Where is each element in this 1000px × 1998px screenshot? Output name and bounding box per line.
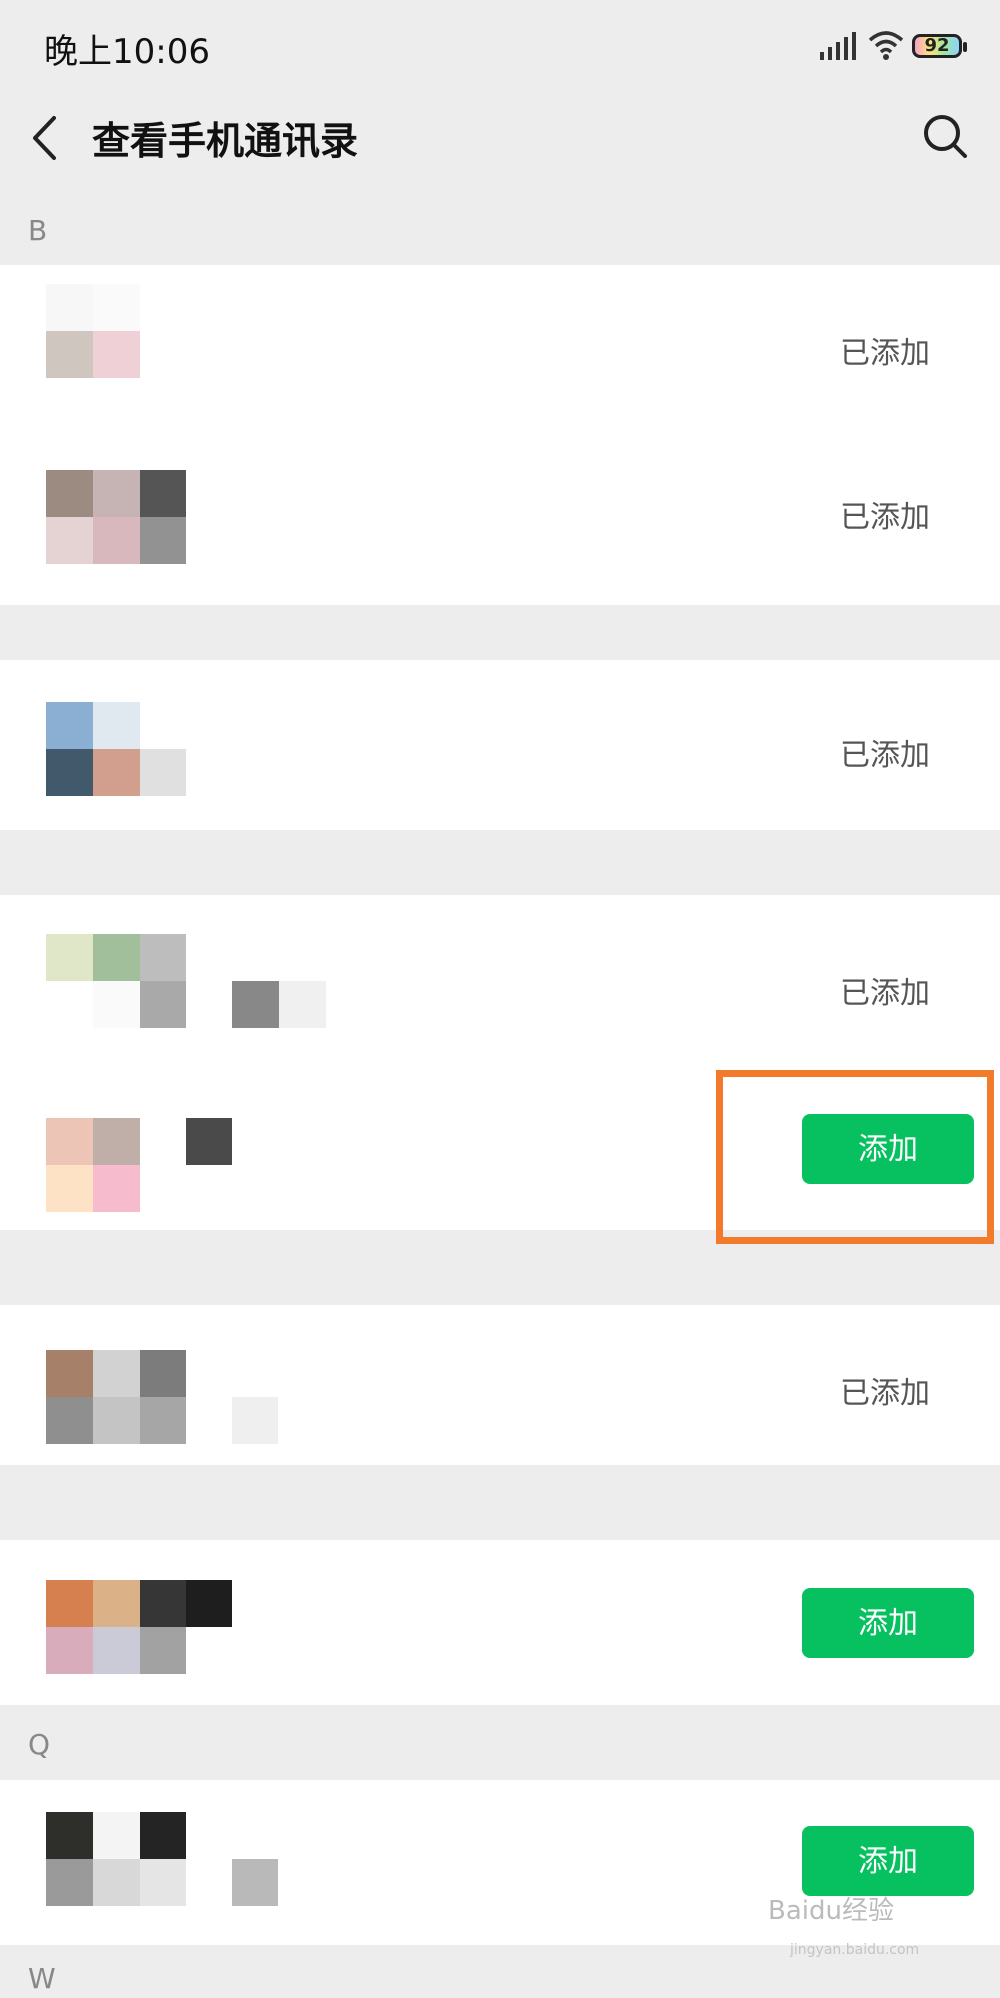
wifi-icon [868, 31, 904, 60]
contact-avatar [46, 470, 186, 564]
watermark-logo: Baidu经验 [768, 1896, 894, 1926]
contact-avatar [46, 1580, 232, 1674]
contact-status-added: 已添加 [840, 500, 930, 535]
contact-avatar [46, 284, 140, 378]
section-header-w: W [28, 1962, 56, 1995]
contact-avatar [46, 1812, 278, 1906]
search-icon[interactable] [922, 113, 968, 159]
status-time: 晚上10:06 [44, 32, 210, 72]
contact-avatar [46, 1350, 278, 1444]
contact-status-added: 已添加 [840, 738, 930, 773]
contact-avatar [46, 934, 326, 1028]
contact-avatar [46, 702, 186, 796]
contact-status-added: 已添加 [840, 976, 930, 1011]
add-contact-button[interactable]: 添加 [802, 1826, 974, 1896]
section-header-b: B [28, 214, 48, 247]
contact-status-added: 已添加 [840, 1376, 930, 1411]
battery-icon: 92 [912, 34, 967, 58]
contact-status-added: 已添加 [840, 336, 930, 371]
watermark-url: jingyan.baidu.com [790, 1942, 920, 1958]
add-contact-button[interactable]: 添加 [802, 1588, 974, 1658]
highlight-box [716, 1070, 994, 1244]
page-title: 查看手机通讯录 [92, 119, 359, 163]
signal-icon [820, 32, 856, 60]
contact-avatar [46, 1118, 232, 1212]
chevron-left-icon[interactable] [30, 115, 60, 161]
section-header-q: Q [28, 1728, 51, 1761]
